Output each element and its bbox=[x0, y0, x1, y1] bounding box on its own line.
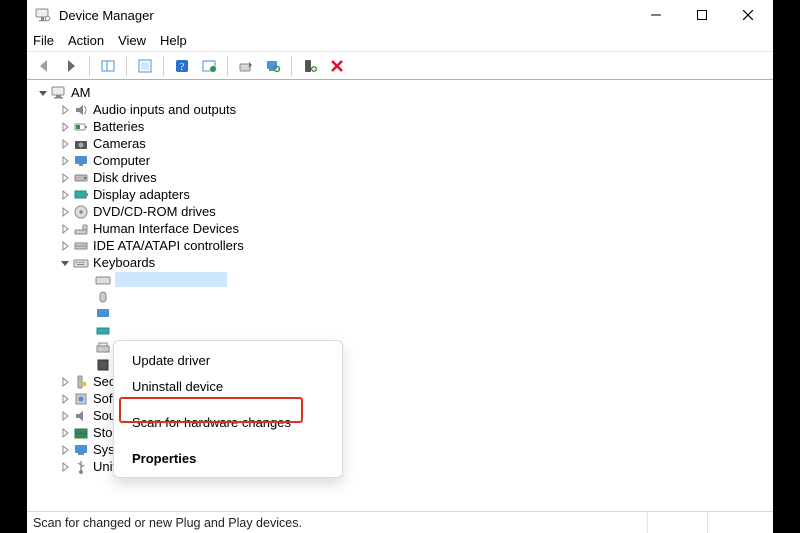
chevron-right-icon[interactable] bbox=[59, 377, 71, 387]
storage-icon bbox=[73, 425, 89, 441]
window-title: Device Manager bbox=[59, 8, 633, 23]
tree-category[interactable]: Disk drives bbox=[59, 169, 767, 186]
menu-file[interactable]: File bbox=[33, 33, 54, 48]
processor-icon bbox=[95, 357, 111, 373]
chevron-down-icon[interactable] bbox=[59, 258, 71, 268]
tree-device[interactable] bbox=[81, 322, 767, 339]
monitor-icon bbox=[73, 153, 89, 169]
titlebar: Device Manager bbox=[27, 0, 773, 30]
menu-action[interactable]: Action bbox=[68, 33, 104, 48]
tree-label: Computer bbox=[93, 152, 150, 169]
back-button[interactable] bbox=[33, 55, 55, 77]
tree-category[interactable]: IDE ATA/ATAPI controllers bbox=[59, 237, 767, 254]
printer-icon bbox=[95, 340, 111, 356]
ctx-properties[interactable]: Properties bbox=[114, 445, 342, 471]
chevron-right-icon[interactable] bbox=[59, 173, 71, 183]
chevron-right-icon[interactable] bbox=[59, 411, 71, 421]
menu-help[interactable]: Help bbox=[160, 33, 187, 48]
add-hardware-button[interactable] bbox=[299, 55, 321, 77]
disk-icon bbox=[73, 170, 89, 186]
chevron-right-icon[interactable] bbox=[59, 156, 71, 166]
ctx-scan-hardware[interactable]: Scan for hardware changes bbox=[114, 409, 342, 435]
chevron-right-icon[interactable] bbox=[59, 105, 71, 115]
chevron-right-icon[interactable] bbox=[59, 139, 71, 149]
battery-icon bbox=[73, 119, 89, 135]
context-menu: Update driver Uninstall device Scan for … bbox=[113, 340, 343, 478]
app-icon bbox=[35, 7, 51, 23]
chevron-right-icon[interactable] bbox=[59, 428, 71, 438]
keyboard-icon bbox=[73, 255, 89, 271]
camera-icon bbox=[73, 136, 89, 152]
scan-hardware-button[interactable] bbox=[262, 55, 284, 77]
chevron-right-icon[interactable] bbox=[59, 445, 71, 455]
ide-icon bbox=[73, 238, 89, 254]
audio-icon bbox=[73, 102, 89, 118]
forward-button[interactable] bbox=[60, 55, 82, 77]
dvd-icon bbox=[73, 204, 89, 220]
tree-category[interactable]: Batteries bbox=[59, 118, 767, 135]
chevron-right-icon[interactable] bbox=[59, 207, 71, 217]
tree-root[interactable]: AM bbox=[37, 84, 767, 101]
selected-device-label bbox=[115, 272, 227, 287]
tree-label: Disk drives bbox=[93, 169, 157, 186]
computer-icon bbox=[51, 85, 67, 101]
tree-label: Display adapters bbox=[93, 186, 190, 203]
tree-category[interactable]: Computer bbox=[59, 152, 767, 169]
tree-label: DVD/CD-ROM drives bbox=[93, 203, 216, 220]
statusbar-text: Scan for changed or new Plug and Play de… bbox=[33, 516, 302, 530]
menubar: File Action View Help bbox=[27, 30, 773, 52]
mouse-icon bbox=[95, 289, 111, 305]
usb-icon bbox=[73, 459, 89, 475]
help-button[interactable]: ? bbox=[171, 55, 193, 77]
tree-label: Batteries bbox=[93, 118, 144, 135]
tree-device[interactable] bbox=[81, 305, 767, 322]
system-icon bbox=[73, 442, 89, 458]
tree-label: Keyboards bbox=[93, 254, 155, 271]
tree-category[interactable]: Cameras bbox=[59, 135, 767, 152]
tree-label: Cameras bbox=[93, 135, 146, 152]
tree-device-selected[interactable] bbox=[81, 271, 767, 288]
display-adapter-icon bbox=[73, 187, 89, 203]
menu-view[interactable]: View bbox=[118, 33, 146, 48]
toolbar: ? bbox=[27, 52, 773, 80]
maximize-button[interactable] bbox=[679, 0, 725, 30]
ctx-update-driver[interactable]: Update driver bbox=[114, 347, 342, 373]
console-button[interactable] bbox=[134, 55, 156, 77]
sound-icon bbox=[73, 408, 89, 424]
tree-category[interactable]: DVD/CD-ROM drives bbox=[59, 203, 767, 220]
chevron-right-icon[interactable] bbox=[59, 241, 71, 251]
tree-root-label: AM bbox=[71, 84, 91, 101]
options-button[interactable] bbox=[198, 55, 220, 77]
security-icon bbox=[73, 374, 89, 390]
keyboard-icon bbox=[95, 272, 111, 288]
chevron-right-icon[interactable] bbox=[59, 394, 71, 404]
chevron-right-icon[interactable] bbox=[59, 190, 71, 200]
tree-category-keyboards[interactable]: Keyboards bbox=[59, 254, 767, 271]
update-driver-button[interactable] bbox=[235, 55, 257, 77]
statusbar: Scan for changed or new Plug and Play de… bbox=[27, 511, 773, 533]
device-manager-window: Device Manager File Action View Help bbox=[27, 0, 773, 533]
chevron-down-icon[interactable] bbox=[37, 88, 49, 98]
hid-icon bbox=[73, 221, 89, 237]
chevron-right-icon[interactable] bbox=[59, 462, 71, 472]
chevron-right-icon[interactable] bbox=[59, 224, 71, 234]
tree-category[interactable]: Display adapters bbox=[59, 186, 767, 203]
chevron-right-icon[interactable] bbox=[59, 122, 71, 132]
svg-text:?: ? bbox=[180, 62, 185, 73]
minimize-button[interactable] bbox=[633, 0, 679, 30]
tree-category[interactable]: Audio inputs and outputs bbox=[59, 101, 767, 118]
network-icon bbox=[95, 323, 111, 339]
software-icon bbox=[73, 391, 89, 407]
close-button[interactable] bbox=[725, 0, 771, 30]
monitor-icon bbox=[95, 306, 111, 322]
tree-label: Audio inputs and outputs bbox=[93, 101, 236, 118]
show-hidden-button[interactable] bbox=[97, 55, 119, 77]
tree-label: IDE ATA/ATAPI controllers bbox=[93, 237, 244, 254]
tree-device[interactable] bbox=[81, 288, 767, 305]
tree-label: Human Interface Devices bbox=[93, 220, 239, 237]
uninstall-button[interactable] bbox=[326, 55, 348, 77]
ctx-uninstall-device[interactable]: Uninstall device bbox=[114, 373, 342, 399]
tree-category[interactable]: Human Interface Devices bbox=[59, 220, 767, 237]
device-tree-area: AM Audio inputs and outputs Batteries Ca… bbox=[27, 80, 773, 511]
